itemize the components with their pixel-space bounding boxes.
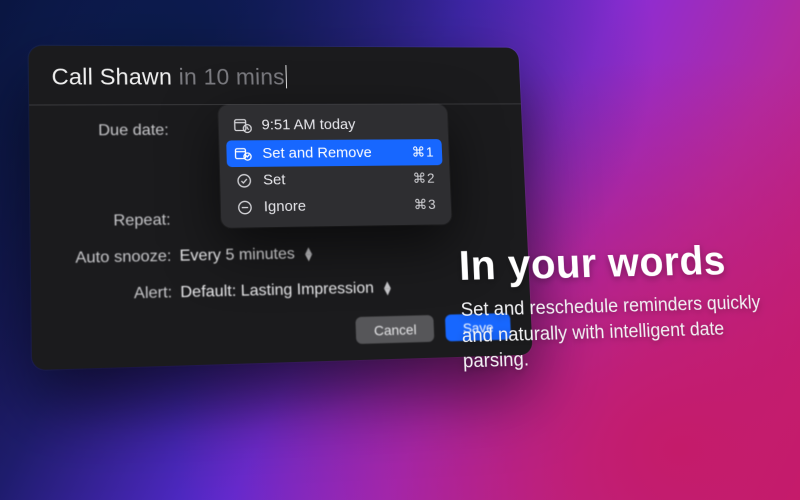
- action-shortcut: ⌘2: [412, 170, 435, 187]
- stepper-icon: ▲▼: [381, 281, 393, 295]
- check-icon: [235, 172, 253, 188]
- date-parse-popover: 9:51 AM today Set and Remove ⌘1: [218, 105, 451, 228]
- action-label: Set and Remove: [262, 144, 372, 161]
- text-cursor: [285, 65, 287, 88]
- due-date-label: Due date:: [52, 122, 177, 141]
- action-shortcut: ⌘3: [413, 196, 436, 213]
- marketing-headline: In your words: [458, 238, 780, 288]
- calendar-clock-icon: [234, 117, 252, 133]
- action-shortcut: ⌘1: [411, 144, 434, 161]
- auto-snooze-label: Auto snooze:: [54, 248, 180, 269]
- action-ignore[interactable]: Ignore ⌘3: [228, 191, 445, 220]
- action-set[interactable]: Set ⌘2: [227, 165, 444, 194]
- marketing-copy: In your words Set and reschedule reminde…: [458, 238, 786, 375]
- title-suggestion-text: in 10 mins: [178, 64, 285, 90]
- alert-select[interactable]: Default: Lasting Impression ▲▼: [180, 279, 393, 302]
- stepper-icon: ▲▼: [302, 247, 314, 261]
- ignore-icon: [236, 199, 254, 215]
- action-label: Ignore: [264, 198, 307, 215]
- set-remove-icon: [234, 146, 252, 162]
- action-set-and-remove[interactable]: Set and Remove ⌘1: [226, 139, 442, 167]
- alert-label: Alert:: [54, 284, 180, 305]
- auto-snooze-value: Every 5 minutes: [179, 246, 295, 266]
- repeat-label: Repeat:: [53, 211, 179, 231]
- cancel-button-label: Cancel: [374, 321, 417, 338]
- marketing-body: Set and reschedule reminders quickly and…: [460, 290, 785, 375]
- popover-parsed-time: 9:51 AM today: [261, 116, 355, 133]
- cancel-button[interactable]: Cancel: [356, 315, 435, 344]
- alert-value: Default: Lasting Impression: [180, 280, 374, 302]
- popover-actions: Set and Remove ⌘1 Set ⌘2: [226, 139, 444, 221]
- title-typed-text: Call Shawn: [51, 64, 178, 90]
- popover-header: 9:51 AM today: [225, 111, 441, 140]
- auto-snooze-select[interactable]: Every 5 minutes ▲▼: [179, 245, 314, 266]
- title-input[interactable]: Call Shawn in 10 mins: [29, 46, 521, 101]
- reminder-edit-dialog: Call Shawn in 10 mins Due date: Repeat: …: [29, 46, 533, 370]
- action-label: Set: [263, 171, 286, 188]
